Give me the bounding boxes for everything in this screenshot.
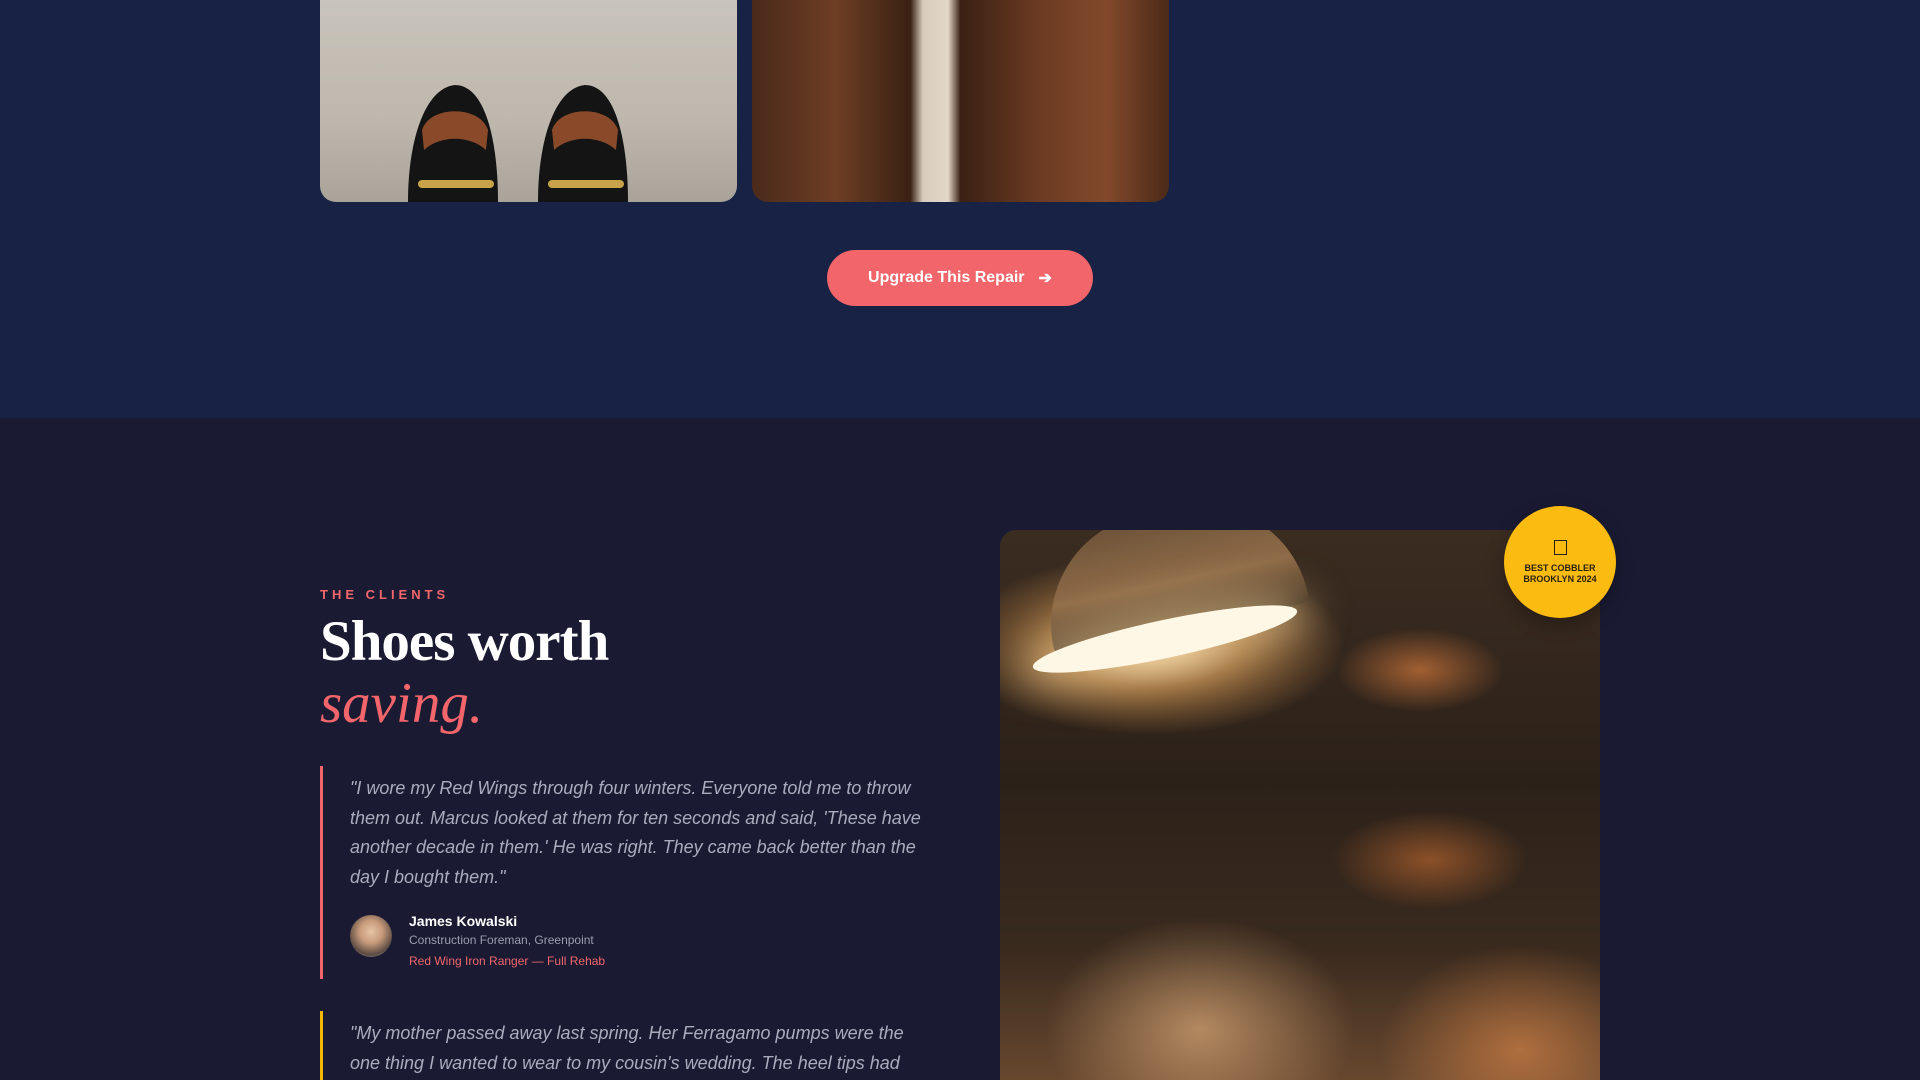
arrow-right-icon: ➔	[1038, 270, 1052, 287]
section-headline-accent: saving.	[320, 672, 484, 735]
gallery-section: Upgrade This Repair ➔	[0, 0, 1920, 418]
loafers-illustration	[408, 85, 628, 202]
author-details: James Kowalski Construction Foreman, Gre…	[409, 912, 605, 969]
upgrade-repair-label: Upgrade This Repair	[868, 269, 1025, 286]
avatar	[350, 915, 392, 957]
section-eyebrow: THE CLIENTS	[320, 587, 450, 602]
testimonial-card: "I wore my Red Wings through four winter…	[320, 766, 930, 979]
testimonial-card: "My mother passed away last spring. Her …	[320, 1011, 930, 1080]
testimonial-author: James Kowalski Construction Foreman, Gre…	[350, 912, 930, 969]
author-name: James Kowalski	[409, 913, 518, 929]
boots-photo	[752, 0, 1169, 202]
testimonial-quote: "My mother passed away last spring. Her …	[350, 1023, 904, 1073]
author-role: Construction Foreman, Greenpoint	[409, 933, 594, 947]
testimonial-quote: "I wore my Red Wings through four winter…	[350, 778, 921, 887]
section-headline: Shoes worth	[320, 610, 609, 673]
upgrade-repair-button[interactable]: Upgrade This Repair ➔	[827, 250, 1093, 306]
award-badge: BEST COBBLER BROOKLYN 2024	[1504, 506, 1616, 618]
author-shoe-service: Red Wing Iron Ranger — Full Rehab	[409, 954, 606, 968]
award-text: BEST COBBLER BROOKLYN 2024	[1523, 562, 1597, 584]
award-icon	[1553, 539, 1567, 555]
loafers-photo	[320, 0, 737, 202]
workshop-photo	[1000, 530, 1600, 1080]
